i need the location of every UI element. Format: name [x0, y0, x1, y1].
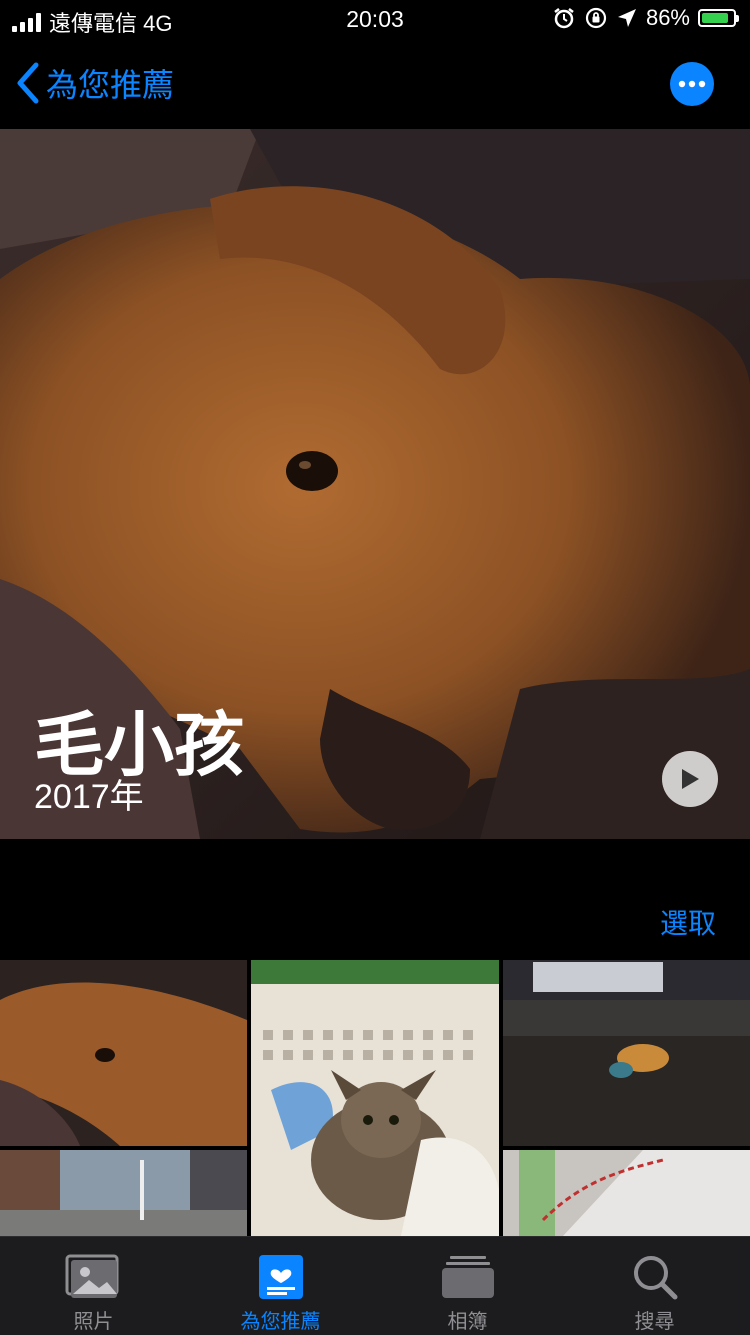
tab-albums[interactable]: 相簿	[374, 1237, 561, 1335]
albums-icon	[441, 1256, 494, 1298]
select-button[interactable]: 選取	[660, 902, 716, 942]
tab-label: 相簿	[447, 1311, 488, 1333]
sidewalk-tiles-image	[503, 1150, 750, 1236]
battery-charging-icon	[698, 9, 739, 27]
photo-thumbnail[interactable]	[503, 960, 750, 1146]
search-icon	[633, 1256, 677, 1300]
photo-thumbnail[interactable]	[251, 960, 499, 1236]
tab-photos[interactable]: 照片	[0, 1237, 187, 1335]
photo-thumbnail[interactable]	[0, 960, 247, 1146]
nav-bar: 為您推薦	[0, 48, 750, 128]
cat-on-street-image	[503, 960, 750, 1146]
photo-thumbnail[interactable]	[0, 1150, 247, 1236]
photo-grid	[0, 960, 750, 1236]
back-button[interactable]: 為您推薦	[14, 60, 174, 106]
photos-icon	[65, 1254, 118, 1298]
back-title: 為您推薦	[46, 67, 175, 103]
play-icon	[682, 769, 699, 789]
tab-for-you[interactable]: 為您推薦	[187, 1237, 374, 1335]
cat-in-basket-image	[251, 960, 499, 1236]
status-right: 86%	[552, 5, 739, 31]
tab-label: 照片	[73, 1311, 114, 1333]
location-icon	[617, 9, 636, 27]
memory-subtitle: 2017年	[34, 778, 144, 816]
tab-label: 為您推薦	[240, 1311, 321, 1333]
photo-thumbnail[interactable]	[503, 1150, 750, 1236]
alarm-icon	[554, 8, 574, 29]
memory-hero-photo[interactable]: 毛小孩 2017年	[0, 129, 750, 839]
tab-label: 搜尋	[634, 1311, 675, 1333]
orientation-lock-icon	[585, 7, 607, 29]
street-scene-image	[0, 1150, 247, 1236]
ellipsis-icon	[678, 80, 706, 88]
dog-thumbnail-image	[0, 960, 247, 1146]
for-you-icon	[258, 1255, 303, 1299]
battery-percent: 86%	[645, 5, 690, 30]
status-bar: 遠傳電信 4G 20:03 86%	[0, 0, 750, 40]
play-button[interactable]	[662, 751, 718, 807]
more-button[interactable]	[670, 62, 714, 106]
tab-bar: 照片 為您推薦 相簿 搜尋	[0, 1236, 750, 1335]
tab-search[interactable]: 搜尋	[561, 1237, 748, 1335]
chevron-left-icon	[17, 62, 39, 104]
